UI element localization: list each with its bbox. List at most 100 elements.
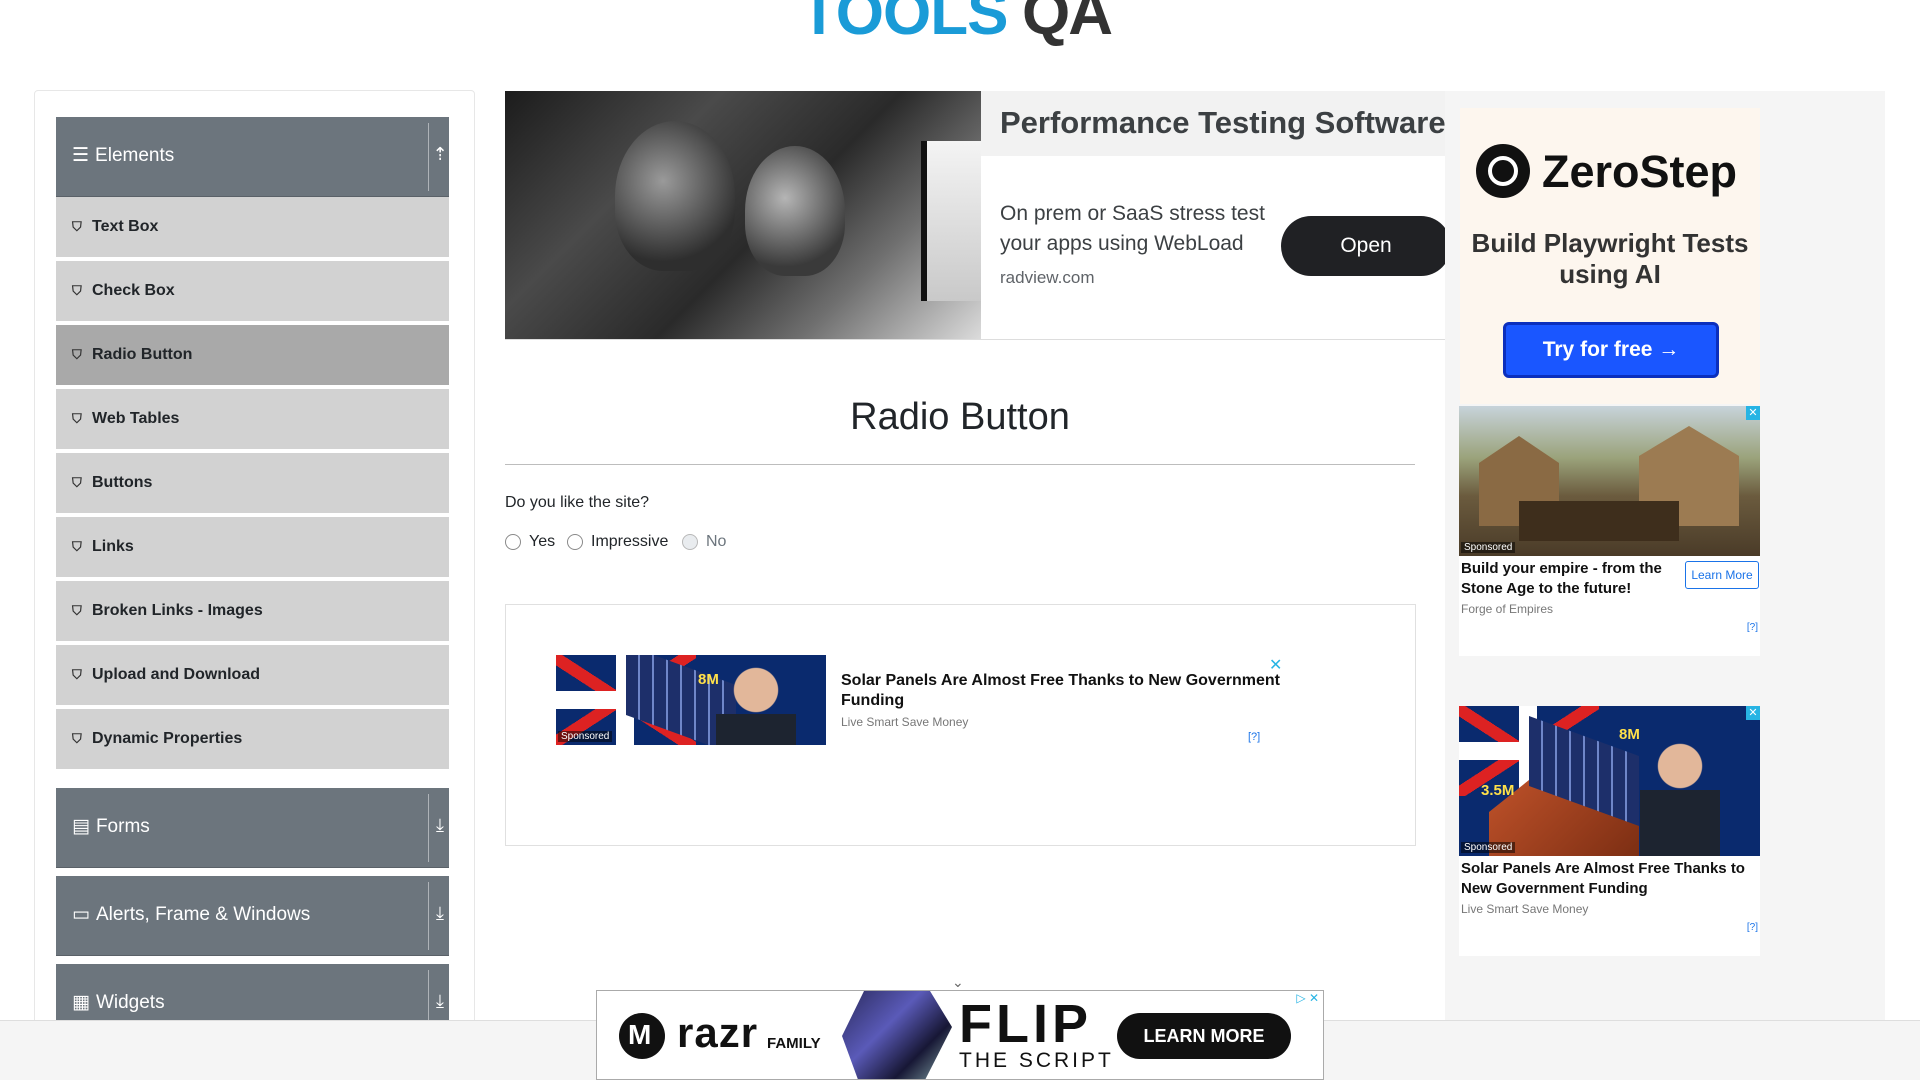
ad-headline[interactable]: Solar Panels Are Almost Free Thanks to N… bbox=[841, 671, 1291, 711]
zerostep-logo-icon bbox=[1476, 144, 1530, 198]
ad-image: 8M Sponsored bbox=[556, 655, 826, 745]
download-arrow-icon[interactable]: ⤓ bbox=[431, 903, 449, 924]
ad-brand: razr bbox=[677, 1009, 759, 1056]
logo-text-qa: QA bbox=[1022, 0, 1113, 48]
sidebar-item-label: Dynamic Properties bbox=[92, 730, 243, 747]
adchoices-icon[interactable]: [?] bbox=[1747, 622, 1758, 633]
radio-label[interactable]: Yes bbox=[529, 533, 555, 551]
ad-description: On prem or SaaS stress test your apps us… bbox=[1000, 202, 1265, 255]
page-title: Radio Button bbox=[850, 396, 1070, 438]
widgets-icon: ▦ bbox=[72, 992, 90, 1013]
ad-headline[interactable]: Solar Panels Are Almost Free Thanks to N… bbox=[1461, 859, 1757, 899]
group-elements[interactable]: ☰ Elements ⇡ bbox=[56, 117, 449, 197]
ad-brand-family: FAMILY bbox=[767, 1035, 821, 1052]
radio-yes[interactable]: Yes bbox=[505, 533, 555, 551]
html5-icon: ⛉ bbox=[72, 347, 82, 362]
html5-icon: ⛉ bbox=[72, 283, 82, 298]
html5-icon: ⛉ bbox=[72, 731, 82, 746]
learn-more-button[interactable]: LEARN MORE bbox=[1117, 1013, 1291, 1059]
sponsored-label: Sponsored bbox=[558, 731, 613, 742]
ad-subline: THE SCRIPT bbox=[959, 1049, 1114, 1072]
hamburger-icon: ☰ bbox=[72, 145, 90, 166]
ad-source: Forge of Empires bbox=[1461, 602, 1554, 616]
ad-source: Live Smart Save Money bbox=[841, 715, 969, 729]
sidebar-item-label: Web Tables bbox=[92, 410, 180, 427]
sidebar-item-upload-download[interactable]: ⛉ Upload and Download bbox=[56, 645, 449, 707]
download-arrow-icon[interactable]: ⤓ bbox=[431, 991, 449, 1012]
download-arrow-icon[interactable]: ⤓ bbox=[431, 815, 449, 836]
sidebar-item-check-box[interactable]: ⛉ Check Box bbox=[56, 261, 449, 323]
form-icon: ▤ bbox=[72, 816, 90, 837]
ad-image: 8M 3.5M bbox=[1459, 706, 1760, 856]
ad-headline: FLIP bbox=[959, 994, 1092, 1054]
native-ad-empire[interactable]: Sponsored ✕ Build your empire - from the… bbox=[1459, 406, 1760, 656]
sidebar-item-label: Text Box bbox=[92, 218, 159, 235]
ad-source: Live Smart Save Money bbox=[1461, 902, 1589, 916]
ad-open-button[interactable]: Open bbox=[1281, 216, 1445, 276]
adchoices-icon[interactable]: [?] bbox=[1248, 731, 1260, 743]
sponsored-label: Sponsored bbox=[1461, 842, 1516, 853]
zerostep-ad[interactable]: ZeroStep Build Playwright Tests using AI… bbox=[1460, 108, 1760, 404]
ad-title[interactable]: Performance Testing Software bbox=[1000, 105, 1445, 141]
html5-icon: ⛉ bbox=[72, 411, 82, 426]
arrow-up-icon[interactable]: ⇡ bbox=[431, 144, 449, 165]
ad-image bbox=[1459, 406, 1760, 556]
sidebar-item-label: Broken Links - Images bbox=[92, 602, 263, 619]
ad-headline[interactable]: Build your empire - from the Stone Age t… bbox=[1461, 559, 1691, 599]
html5-icon: ⛉ bbox=[72, 539, 82, 554]
radio-no: No bbox=[682, 533, 726, 551]
adchoices-icon[interactable]: [?] bbox=[1747, 922, 1758, 933]
radio-circle[interactable] bbox=[567, 534, 583, 550]
group-widgets-label: Widgets bbox=[95, 991, 165, 1013]
sidebar-item-radio-button[interactable]: ⛉ Radio Button bbox=[56, 325, 449, 387]
motorola-logo-icon bbox=[619, 1013, 665, 1059]
sidebar-item-label: Check Box bbox=[92, 282, 175, 299]
group-alerts-frame-windows[interactable]: ▭ Alerts, Frame & Windows ⤓ bbox=[56, 876, 449, 956]
try-for-free-button[interactable]: Try for free → bbox=[1503, 322, 1719, 378]
sidebar-item-links[interactable]: ⛉ Links bbox=[56, 517, 449, 579]
group-elements-label: Elements bbox=[95, 144, 175, 166]
logo-text-tools: TOOLS bbox=[800, 0, 1008, 48]
window-icon: ▭ bbox=[72, 904, 90, 925]
group-alerts-label: Alerts, Frame & Windows bbox=[95, 903, 311, 925]
adchoices-icon[interactable]: ▷ ✕ bbox=[1296, 991, 1319, 1005]
group-forms-label: Forms bbox=[95, 815, 150, 837]
sidebar-item-dynamic-properties[interactable]: ⛉ Dynamic Properties bbox=[56, 709, 449, 771]
zerostep-tagline: Build Playwright Tests using AI bbox=[1471, 228, 1749, 289]
html5-icon: ⛉ bbox=[72, 603, 82, 618]
sidebar-item-text-box[interactable]: ⛉ Text Box bbox=[56, 197, 449, 259]
sidebar-item-label: Radio Button bbox=[92, 346, 193, 363]
ad-phone-image bbox=[842, 991, 952, 1079]
ad-figure-8m: 8M bbox=[698, 671, 719, 688]
close-icon[interactable]: ✕ bbox=[1746, 406, 1760, 420]
mid-native-ad[interactable]: 8M Sponsored Solar Panels Are Almost Fre… bbox=[505, 604, 1416, 846]
radio-circle bbox=[682, 534, 698, 550]
radio-circle[interactable] bbox=[505, 534, 521, 550]
sidebar-item-label: Links bbox=[92, 538, 134, 555]
html5-icon: ⛉ bbox=[72, 475, 82, 490]
bottom-banner-ad[interactable]: razr FAMILY FLIP THE SCRIPT LEARN MORE ▷… bbox=[596, 990, 1324, 1080]
close-icon[interactable]: ✕ bbox=[1746, 706, 1760, 720]
sidebar-item-web-tables[interactable]: ⛉ Web Tables bbox=[56, 389, 449, 451]
close-icon[interactable]: ✕ bbox=[1269, 655, 1282, 675]
toolsqa-logo[interactable]: TOOLS QA bbox=[800, 0, 1125, 56]
sidebar-item-broken-links[interactable]: ⛉ Broken Links - Images bbox=[56, 581, 449, 643]
radio-label: No bbox=[706, 533, 727, 550]
learn-more-button[interactable]: Learn More bbox=[1685, 561, 1759, 589]
sidebar-item-label: Buttons bbox=[92, 474, 153, 491]
native-ad-solar-right[interactable]: 8M 3.5M Sponsored ✕ Solar Panels Are Alm… bbox=[1459, 706, 1760, 956]
ad-photo bbox=[505, 91, 981, 339]
title-divider bbox=[505, 464, 1415, 465]
top-banner-ad[interactable]: Performance Testing Software On prem or … bbox=[505, 91, 1445, 340]
radio-question: Do you like the site? bbox=[505, 494, 650, 511]
html5-icon: ⛉ bbox=[72, 667, 82, 682]
radio-label[interactable]: Impressive bbox=[591, 533, 668, 551]
html5-icon: ⛉ bbox=[72, 219, 82, 234]
ad-domain: radview.com bbox=[1000, 268, 1095, 287]
chevron-down-icon[interactable]: ⌄ bbox=[952, 974, 964, 991]
sidebar-item-label: Upload and Download bbox=[92, 666, 260, 683]
sidebar-item-buttons[interactable]: ⛉ Buttons bbox=[56, 453, 449, 515]
group-forms[interactable]: ▤ Forms ⤓ bbox=[56, 788, 449, 868]
sponsored-label: Sponsored bbox=[1461, 542, 1516, 553]
radio-impressive[interactable]: Impressive bbox=[567, 533, 668, 551]
